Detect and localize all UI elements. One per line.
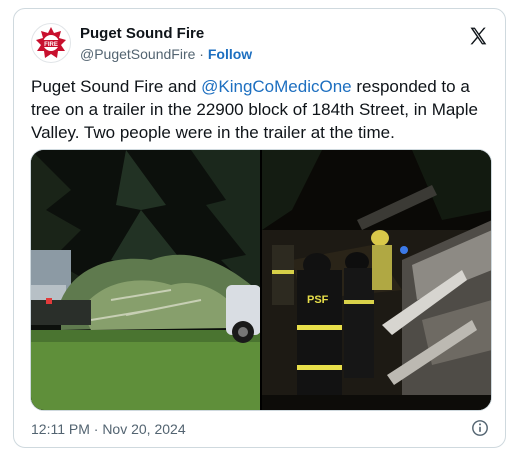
svg-text:FIRE: FIRE xyxy=(44,42,58,48)
follow-button[interactable]: Follow xyxy=(208,46,252,62)
author-handle[interactable]: @PugetSoundFire xyxy=(80,46,195,62)
fallen-tree-photo xyxy=(31,150,260,410)
timestamp[interactable]: 12:11 PM · Nov 20, 2024 xyxy=(31,421,186,437)
author-handle-row: @PugetSoundFire · Follow xyxy=(80,46,252,62)
mention-link[interactable]: @KingCoMedicOne xyxy=(201,77,352,96)
svg-text:PSF: PSF xyxy=(307,294,329,306)
photo-firefighters[interactable]: PSF xyxy=(262,150,491,410)
separator-dot: · xyxy=(199,46,204,62)
tweet-card[interactable]: FIRE Puget Sound Fire @PugetSoundFire · … xyxy=(13,8,506,448)
tweet-text-before: Puget Sound Fire and xyxy=(31,77,202,96)
tweet-text: Puget Sound Fire and @KingCoMedicOne res… xyxy=(31,75,493,144)
media-grid: PSF xyxy=(30,149,492,411)
firefighters-photo: PSF xyxy=(262,150,491,410)
x-logo-icon[interactable] xyxy=(468,26,488,46)
photo-fallen-tree[interactable] xyxy=(31,150,260,410)
author-name[interactable]: Puget Sound Fire xyxy=(80,25,204,42)
info-icon[interactable] xyxy=(471,419,489,437)
avatar[interactable]: FIRE xyxy=(31,23,71,63)
fire-badge-logo-icon: FIRE xyxy=(36,27,66,58)
